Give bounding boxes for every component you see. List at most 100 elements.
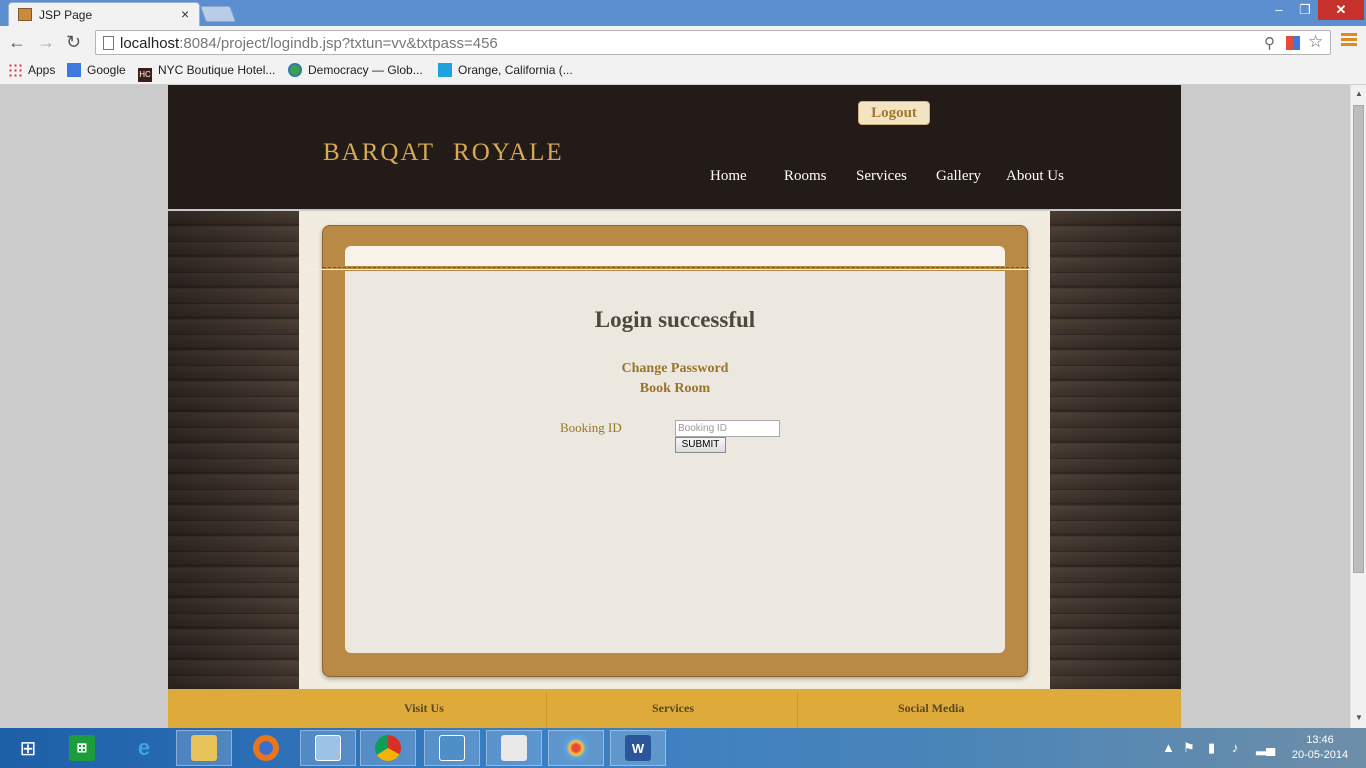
address-bar[interactable]: localhost:8084/project/logindb.jsp?txtun… [95,30,1331,55]
word-button[interactable]: W [610,730,666,766]
back-arrow-icon[interactable]: ← [8,32,26,53]
scroll-thumb[interactable] [1353,105,1364,573]
firefox-icon [253,735,279,761]
bookmark-label: Apps [28,63,56,77]
footer-social-media[interactable]: Social Media [898,701,964,716]
change-password-link: Change Password [345,361,1005,377]
window-close-button[interactable]: ✕ [1318,0,1364,20]
book-room-link: Book Room [345,381,1005,397]
scroll-up-arrow-icon[interactable]: ▲ [1355,89,1363,98]
hc-icon: HC [138,68,152,82]
nav-rooms[interactable]: Rooms [784,168,827,185]
footer-divider [797,693,798,728]
site-logo[interactable]: BARQAT ROYALE [323,139,582,167]
nav-home[interactable]: Home [710,168,747,185]
frame-top-strip [345,246,1005,266]
content-area: Login successful Change Password Book Ro… [345,271,1005,653]
wood-panel-left [168,211,299,689]
page-favicon-icon [18,8,32,21]
bookmark-nyc-hotel[interactable]: HC NYC Boutique Hotel... [138,63,275,82]
login-message: Login successful [594,307,756,332]
battery-icon[interactable]: ▮ [1208,740,1215,756]
paint-palette-icon [563,735,589,761]
notes-app-button[interactable] [486,730,542,766]
paint-button[interactable] [548,730,604,766]
site-header: BARQAT ROYALE Logout Home Rooms Services … [168,85,1181,210]
store-button[interactable]: ⊞ [54,730,110,766]
logout-button[interactable]: Logout [858,101,930,125]
page-viewport: BARQAT ROYALE Logout Home Rooms Services … [0,85,1350,728]
apps-icon [8,63,22,77]
book-room-text[interactable]: Book Room [640,381,710,396]
nav-services[interactable]: Services [856,168,907,185]
url-text[interactable]: localhost:8084/project/logindb.jsp?txtun… [120,35,498,52]
signal-icon[interactable]: ▂▄ [1256,740,1275,756]
content-frame: Login successful Change Password Book Ro… [301,225,1029,677]
notepad-icon [501,735,527,761]
extension-icon[interactable] [1286,36,1300,50]
booking-id-input[interactable] [675,420,780,437]
bookmarks-bar: Apps Google HC NYC Boutique Hotel... Demo… [0,60,1366,85]
tab-close-icon[interactable]: × [181,6,189,22]
search-icon[interactable]: ⚲ [1264,34,1275,52]
explorer-button[interactable] [176,730,232,766]
start-button[interactable]: ⊞ [0,730,56,766]
chrome-icon [375,735,401,761]
bookmark-label: Google [87,63,126,77]
site-container: BARQAT ROYALE Logout Home Rooms Services … [168,85,1181,728]
f-icon [438,63,452,77]
bookmark-orange-ca[interactable]: Orange, California (... [438,63,573,81]
bookmark-label: Democracy — Glob... [308,63,423,77]
virtualbox-button[interactable] [300,730,356,766]
store-icon: ⊞ [69,735,95,761]
submit-button[interactable]: SUBMIT [675,437,726,453]
action-center-flag-icon[interactable]: ⚑ [1183,740,1195,756]
scroll-down-arrow-icon[interactable]: ▼ [1355,713,1363,722]
browser-toolbar: ← → ↻ localhost:8084/project/logindb.jsp… [0,26,1366,60]
word-icon: W [625,735,651,761]
url-path: :8084/project/logindb.jsp?txtun=vv&txtpa… [179,35,498,52]
page-scrollbar[interactable]: ▲ ▼ [1350,85,1366,728]
bookmark-democracy[interactable]: Democracy — Glob... [288,63,423,81]
change-password-text[interactable]: Change Password [622,361,729,376]
chrome-button[interactable] [360,730,416,766]
google-icon [67,63,81,77]
bookmark-apps[interactable]: Apps [8,63,55,81]
system-clock[interactable]: 13:46 20-05-2014 [1290,733,1350,763]
network-icon [439,735,465,761]
frame-divider [301,269,1029,270]
site-footer: Visit Us Services Social Media [168,689,1181,728]
bookmark-google[interactable]: Google [67,63,126,81]
tab-title: JSP Page [39,8,93,22]
booking-id-label: Booking ID [560,420,622,435]
windows-logo-icon: ⊞ [19,737,37,760]
url-host: localhost [120,35,180,52]
chrome-menu-icon[interactable] [1341,33,1357,49]
window-minimize-button[interactable]: – [1266,0,1292,20]
footer-services[interactable]: Services [652,701,694,716]
clock-time: 13:46 [1306,734,1334,746]
new-tab-button[interactable] [200,6,236,22]
nav-about-us[interactable]: About Us [1006,168,1064,185]
taskbar: ⊞ ⊞ e W ▲ ⚑ ▮ ♪ ▂▄ 13:46 20-05-2014 [0,728,1366,768]
nav-gallery[interactable]: Gallery [936,168,981,185]
browser-titlebar: JSP Page × – ❐ ✕ [0,0,1366,26]
volume-icon[interactable]: ♪ [1232,740,1239,755]
footer-visit-us[interactable]: Visit Us [404,701,444,716]
firefox-button[interactable] [238,730,294,766]
tray-expand-icon[interactable]: ▲ [1162,740,1175,755]
main-panel: Login successful Change Password Book Ro… [299,211,1050,689]
footer-divider [546,693,547,728]
wood-panel-right [1050,211,1181,689]
network-app-button[interactable] [424,730,480,766]
reload-icon[interactable]: ↻ [66,32,81,53]
ie-button[interactable]: e [116,730,172,766]
bookmark-star-icon[interactable]: ☆ [1308,32,1323,52]
clock-date: 20-05-2014 [1291,749,1349,761]
forward-arrow-icon[interactable]: → [37,32,55,53]
internet-explorer-icon: e [137,735,151,760]
window-maximize-button[interactable]: ❐ [1292,0,1318,20]
browser-tab[interactable]: JSP Page × [8,2,200,26]
bookmark-label: Orange, California (... [458,63,573,77]
logo-word-1: BARQAT [323,139,436,166]
